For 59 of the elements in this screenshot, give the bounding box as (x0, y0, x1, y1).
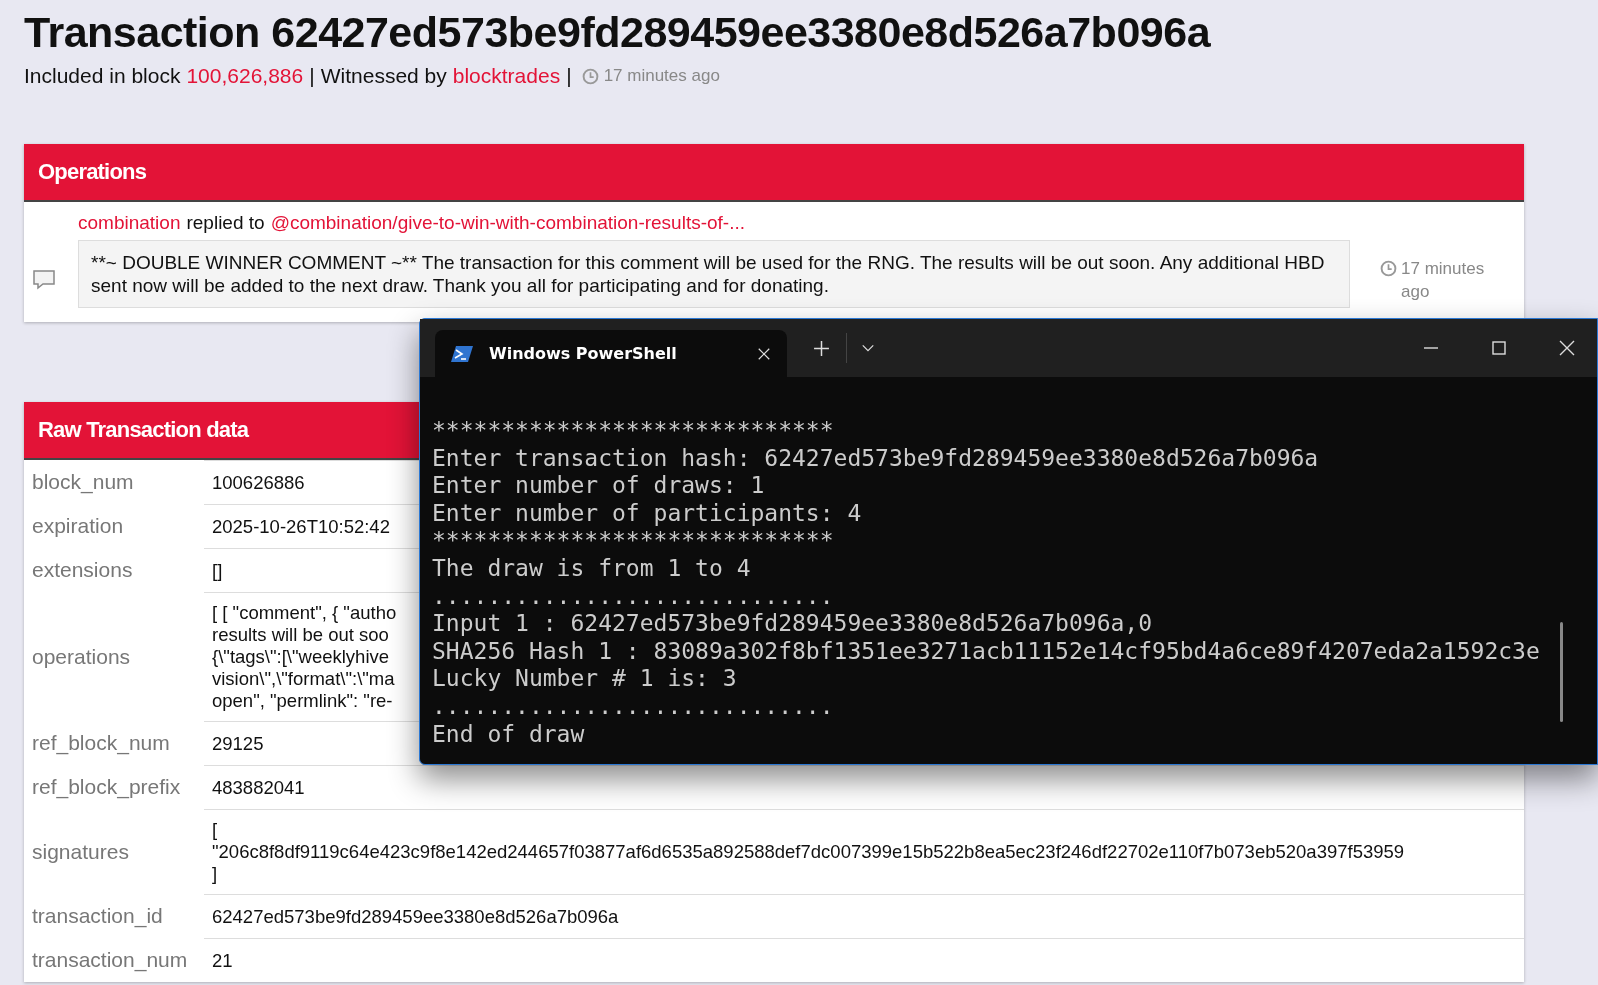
field-name: ref_block_num (31, 730, 171, 757)
panel-header: Operations (24, 144, 1524, 202)
field-value: vision\",\"format\":\"ma (212, 668, 395, 690)
separator: | (309, 64, 315, 88)
post-link[interactable]: @combination/give-to-win-with-combination-results-of-... (270, 212, 746, 234)
field-value: 100626886 (212, 471, 305, 494)
maximize-icon[interactable] (1491, 340, 1507, 356)
terminal-tab[interactable]: Windows PowerShell (435, 330, 787, 377)
field-name: transaction_id (31, 903, 164, 930)
field-value: [ [ "comment", { "autho (212, 602, 397, 624)
timestamp: 17 minutes ago (603, 66, 720, 86)
field-value: results will be out soo (212, 624, 389, 646)
block-link[interactable]: 100,626,886 (186, 64, 304, 88)
terminal-line: Enter number of participants: 4 (432, 499, 863, 528)
close-icon[interactable] (1559, 340, 1575, 356)
field-value: 483882041 (212, 776, 305, 799)
field-value: 29125 (212, 732, 264, 755)
terminal-line: SHA256 Hash 1 : 83089a302f8bf1351ee3271acb11152e14cf95bd4a6ce89f4207eda2a1592c3e (432, 637, 1541, 666)
page-title: Transaction 62427ed573be9fd289459ee3380e8d526a7b096a (24, 7, 1212, 58)
field-value: [] (212, 559, 223, 582)
field-name: extensions (31, 557, 134, 583)
field-name: operations (31, 643, 132, 670)
terminal-line: Input 1 : 62427ed573be9fd289459ee3380e8d526a7b096a,0 (432, 610, 1154, 638)
field-name: block_num (31, 469, 135, 496)
action-text: replied to (186, 212, 265, 234)
field-name: ref_block_prefix (31, 774, 182, 801)
terminal-line: ............................. (432, 692, 835, 721)
terminal-line: ***************************** (432, 527, 835, 555)
field-name: signatures (31, 838, 130, 865)
terminal-line: End of draw (432, 720, 586, 749)
close-icon[interactable] (757, 346, 771, 361)
field-value: {\"tags\":[\"weeklyhive (212, 646, 390, 668)
terminal-line: ............................. (432, 582, 835, 611)
field-value: [ (212, 819, 218, 841)
author-link[interactable]: combination (78, 212, 181, 234)
field-value: 21 (212, 949, 233, 972)
comment-body: **~ DOUBLE WINNER COMMENT ~** The transaction for this comment will be used for the RNG. The results will be out soon. Any additional HBD sent now will be added to the next draw. Thank you all for participating and for donating. (78, 240, 1350, 308)
comment-icon (32, 268, 56, 290)
separator: | (566, 64, 572, 88)
scrollbar-thumb[interactable] (1560, 622, 1563, 722)
timestamp: 17 minutes ago (1401, 258, 1486, 303)
plus-icon[interactable] (813, 339, 830, 357)
witness-label: Witnessed by (320, 64, 447, 88)
terminal-line: ***************************** (432, 417, 835, 445)
field-value: 62427ed573be9fd289459ee3380e8d526a7b096a (212, 905, 619, 928)
block-label: Included in block (24, 64, 181, 88)
terminal-line: Enter number of draws: 1 (432, 472, 766, 500)
terminal-line: The draw is from 1 to 4 (432, 554, 752, 583)
clock-icon (581, 67, 599, 85)
field-value: "206c8f8df9119c64e423c9f8e142ed244657f03877af6d6535a892588def7dc007399e15b522b8ea5ec23f246df22702e110f7b073eb520a397f53959 (212, 841, 1405, 863)
field-value: ] (212, 863, 218, 885)
terminal-line: Lucky Number # 1 is: 3 (432, 665, 738, 693)
witness-link[interactable]: blocktrades (452, 64, 561, 88)
field-name: transaction_num (31, 947, 189, 974)
shell-icon (451, 343, 473, 364)
field-value: open", "permlink": "re- (212, 690, 393, 712)
field-name: expiration (31, 513, 125, 539)
field-value: 2025-10-26T10:52:42 (212, 515, 390, 538)
clock-icon (1380, 260, 1397, 277)
